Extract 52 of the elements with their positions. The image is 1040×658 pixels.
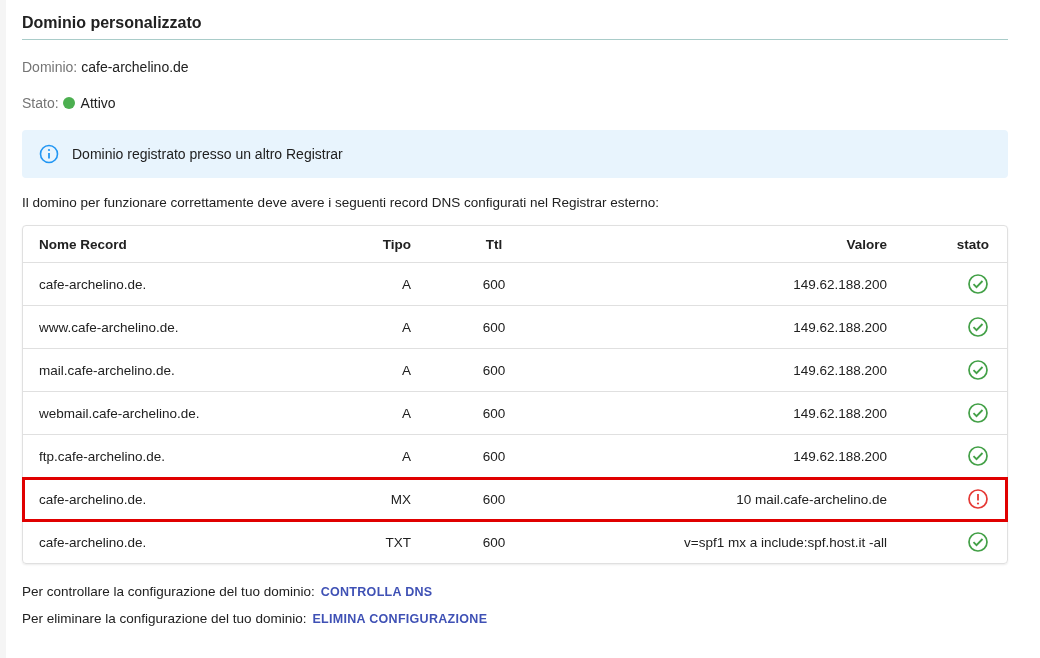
table-cell: 10 mail.cafe-archelino.de: [561, 477, 903, 521]
check-circle-icon: [967, 316, 989, 338]
table-cell: A: [283, 305, 427, 349]
info-icon: [39, 144, 59, 164]
table-cell: webmail.cafe-archelino.de.: [23, 391, 283, 435]
table-cell: 600: [427, 305, 561, 349]
table-cell: 600: [427, 262, 561, 306]
domain-value: cafe-archelino.de: [81, 59, 189, 75]
table-cell: 600: [427, 348, 561, 392]
check-circle-icon: [967, 531, 989, 553]
table-cell: 149.62.188.200: [561, 434, 903, 478]
table-cell: 600: [427, 434, 561, 478]
table-cell: A: [283, 348, 427, 392]
table-cell: 149.62.188.200: [561, 391, 903, 435]
table-cell: 149.62.188.200: [561, 305, 903, 349]
table-cell: A: [283, 391, 427, 435]
action-link[interactable]: ELIMINA CONFIGURAZIONE: [312, 611, 488, 626]
table-cell: 149.62.188.200: [561, 262, 903, 306]
domain-label: Dominio:: [22, 59, 78, 75]
status-value: Attivo: [80, 95, 116, 111]
action-text: Per eliminare la configurazione del tuo dominio:: [22, 611, 307, 626]
column-header: Tipo: [283, 226, 427, 263]
table-cell: 600: [427, 477, 561, 521]
action-text: Per controllare la configurazione del tuo dominio:: [22, 584, 315, 599]
column-header: Ttl: [427, 226, 561, 263]
table-cell: 600: [427, 391, 561, 435]
column-header: Nome Record: [23, 226, 283, 263]
table-cell: A: [283, 434, 427, 478]
exclamation-circle-icon: [967, 488, 989, 510]
check-circle-icon: [967, 273, 989, 295]
alert-text: Dominio registrato presso un altro Registrar: [72, 146, 343, 162]
table-cell: www.cafe-archelino.de.: [23, 305, 283, 349]
status-label: Stato:: [22, 95, 59, 111]
check-circle-icon: [967, 402, 989, 424]
section-title: Dominio personalizzato: [22, 14, 1008, 40]
table-cell: 149.62.188.200: [561, 348, 903, 392]
table-cell: MX: [283, 477, 427, 521]
table-cell: cafe-archelino.de.: [23, 477, 283, 521]
table-cell: A: [283, 262, 427, 306]
table-cell: cafe-archelino.de.: [23, 520, 283, 563]
check-circle-icon: [967, 445, 989, 467]
table-cell: TXT: [283, 520, 427, 563]
column-header: Valore: [561, 226, 903, 263]
table-cell: 600: [427, 520, 561, 563]
table-cell: mail.cafe-archelino.de.: [23, 348, 283, 392]
table-cell: v=spf1 mx a include:spf.host.it -all: [561, 520, 903, 563]
check-circle-icon: [967, 359, 989, 381]
action-link[interactable]: CONTROLLA DNS: [320, 584, 433, 599]
table-cell: cafe-archelino.de.: [23, 262, 283, 306]
column-header: stato: [903, 226, 1007, 263]
table-cell: ftp.cafe-archelino.de.: [23, 434, 283, 478]
intro-text: Il domino per funzionare correttamente deve avere i seguenti record DNS configurati nel Registrar esterno:: [22, 195, 661, 210]
